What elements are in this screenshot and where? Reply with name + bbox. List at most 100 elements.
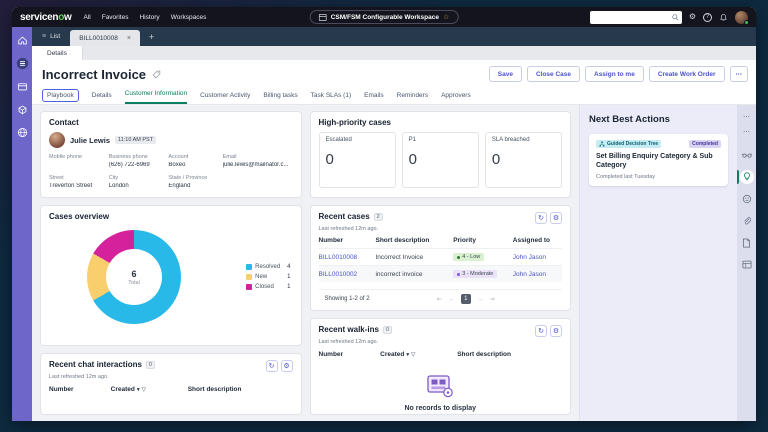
add-tab-button[interactable]: + (140, 27, 163, 46)
case-number-link[interactable]: BILL0010002 (319, 271, 376, 278)
assigned-to-link[interactable]: John Jason (513, 254, 562, 261)
tab-approvers[interactable]: Approvers (441, 92, 471, 104)
tab-billing-tasks[interactable]: Billing tasks (263, 92, 297, 104)
last-page-icon[interactable]: ⇥ (489, 295, 494, 303)
prev-page-icon[interactable]: ← (448, 296, 455, 303)
tab-playbook[interactable]: Playbook (42, 89, 79, 102)
refresh-icon[interactable]: ↻ (535, 212, 547, 224)
sort-desc-icon[interactable]: ▾ (406, 352, 409, 358)
gear-icon[interactable]: ⚙ (550, 212, 562, 224)
more-actions-button[interactable]: ⋯ (729, 66, 748, 82)
document-icon[interactable] (737, 236, 756, 249)
favorite-star-icon[interactable]: ☆ (443, 13, 449, 21)
tab-reminders[interactable]: Reminders (397, 92, 428, 104)
top-nav-right: ⚙ ? (589, 10, 749, 25)
legend-swatch (246, 274, 253, 280)
close-case-button[interactable]: Close Case (526, 66, 580, 82)
filter-icon[interactable]: ▽ (142, 387, 146, 393)
col-number[interactable]: Number (319, 237, 376, 244)
next-best-action-card[interactable]: Guided Decision Tree Completed Set Billi… (589, 134, 728, 186)
globe-icon[interactable] (16, 126, 29, 139)
details-sub-tab[interactable]: Details (32, 46, 83, 60)
filter-icon[interactable]: ▽ (411, 352, 415, 358)
next-best-actions-title: Next Best Actions (589, 114, 670, 125)
case-number-link[interactable]: BILL0010008 (319, 254, 376, 261)
recent-cases-title: Recent cases (318, 212, 370, 221)
field-email: Email julie.lewis@mailnator.c... (223, 154, 293, 168)
close-tab-icon[interactable]: × (127, 35, 131, 42)
refresh-icon[interactable]: ↻ (265, 360, 278, 372)
settings-gear-icon[interactable]: ⚙ (689, 13, 696, 21)
col-number[interactable]: Number (49, 386, 111, 393)
col-short-description[interactable]: Short description (375, 237, 453, 244)
tab-emails[interactable]: Emails (364, 92, 384, 104)
legend-item-closed[interactable]: Closed 1 (246, 284, 291, 290)
recent-walkins-title: Recent walk-ins (318, 325, 379, 334)
nav-item-favorites[interactable]: Favorites (102, 14, 129, 21)
tab-details[interactable]: Details (92, 92, 112, 104)
current-page[interactable]: 1 (460, 294, 471, 304)
col-created[interactable]: Created ▾ ▽ (111, 386, 188, 393)
first-page-icon[interactable]: ⇤ (437, 295, 442, 303)
save-button[interactable]: Save (488, 66, 522, 82)
next-page-icon[interactable]: → (477, 296, 484, 303)
contact-title: Contact (49, 118, 79, 127)
tab-customer-information[interactable]: Customer Information (124, 90, 188, 104)
rail-more-icon-2[interactable]: ⋯ (743, 124, 750, 139)
global-search-input[interactable] (589, 10, 682, 24)
record-tab[interactable]: BILL0010008 × (70, 30, 140, 46)
contact-name[interactable]: Julie Lewis (70, 136, 110, 145)
rail-more-icon[interactable]: ⋯ (743, 109, 750, 124)
list-circle-icon[interactable] (16, 57, 29, 70)
related-list-icon[interactable] (737, 258, 756, 271)
stat-sla-breached[interactable]: SLA breached 0 (484, 132, 563, 188)
cases-overview-card: Cases overview 6 Total Resolved 4 New 1 … (40, 205, 302, 346)
workspace-box-icon[interactable] (16, 103, 29, 116)
servicenow-logo[interactable]: servicenow (20, 12, 72, 23)
col-number[interactable]: Number (319, 351, 381, 358)
legend-value: 1 (287, 284, 291, 290)
field-value: Treverton Street (49, 183, 93, 189)
refresh-icon[interactable]: ↻ (535, 325, 547, 337)
col-created[interactable]: Created ▾ ▽ (380, 351, 457, 358)
col-short-description[interactable]: Short description (188, 386, 293, 393)
paperclip-icon[interactable] (737, 214, 756, 227)
cases-overview-title: Cases overview (49, 212, 110, 221)
col-assigned-to[interactable]: Assigned to (513, 237, 562, 244)
list-menu-button[interactable]: ≡ List (32, 27, 70, 46)
nav-item-all[interactable]: All (83, 14, 90, 21)
priority-badge: 3 - Moderate (453, 270, 498, 278)
glasses-icon[interactable] (737, 148, 756, 161)
contact-avatar[interactable] (49, 132, 65, 148)
assign-to-me-button[interactable]: Assign to me (585, 66, 644, 82)
workspace-switcher-pill[interactable]: CSM/FSM Configurable Workspace ☆ (309, 10, 459, 24)
legend-item-new[interactable]: New 1 (246, 274, 291, 280)
donut-total: 6 (131, 268, 137, 279)
table-row: BILL0010002 incorrect invoice 3 - Modera… (318, 265, 562, 282)
create-work-order-button[interactable]: Create Work Order (648, 66, 725, 82)
sort-desc-icon[interactable]: ▾ (137, 387, 140, 393)
cases-donut[interactable]: 6 Total (87, 230, 181, 324)
tab-customer-activity[interactable]: Customer Activity (200, 92, 250, 104)
gear-icon[interactable]: ⚙ (280, 360, 293, 372)
lightbulb-icon[interactable] (737, 169, 756, 184)
payment-card-icon[interactable] (16, 80, 29, 93)
stat-p1[interactable]: P1 0 (401, 132, 479, 188)
user-avatar[interactable] (735, 10, 749, 25)
tab-task-slas[interactable]: Task SLAs (1) (311, 92, 351, 104)
col-short-description[interactable]: Short description (457, 351, 562, 358)
home-icon[interactable] (16, 34, 29, 47)
legend-item-resolved[interactable]: Resolved 4 (246, 264, 291, 270)
assigned-to-link[interactable]: John Jason (513, 271, 562, 278)
nav-item-workspaces[interactable]: Workspaces (171, 14, 207, 21)
smiley-icon[interactable] (737, 192, 756, 205)
notifications-bell-icon[interactable] (719, 13, 728, 22)
col-priority[interactable]: Priority (453, 237, 513, 244)
nav-item-history[interactable]: History (139, 14, 159, 21)
help-icon[interactable]: ? (703, 12, 712, 22)
tag-icon[interactable] (152, 70, 161, 79)
left-column: Contact Julie Lewis 11:10 AM PST Mobile … (40, 111, 302, 415)
gear-icon[interactable]: ⚙ (550, 325, 562, 337)
stat-escalated[interactable]: Escalated 0 (318, 132, 396, 188)
contact-local-time-badge: 11:10 AM PST (115, 136, 157, 144)
